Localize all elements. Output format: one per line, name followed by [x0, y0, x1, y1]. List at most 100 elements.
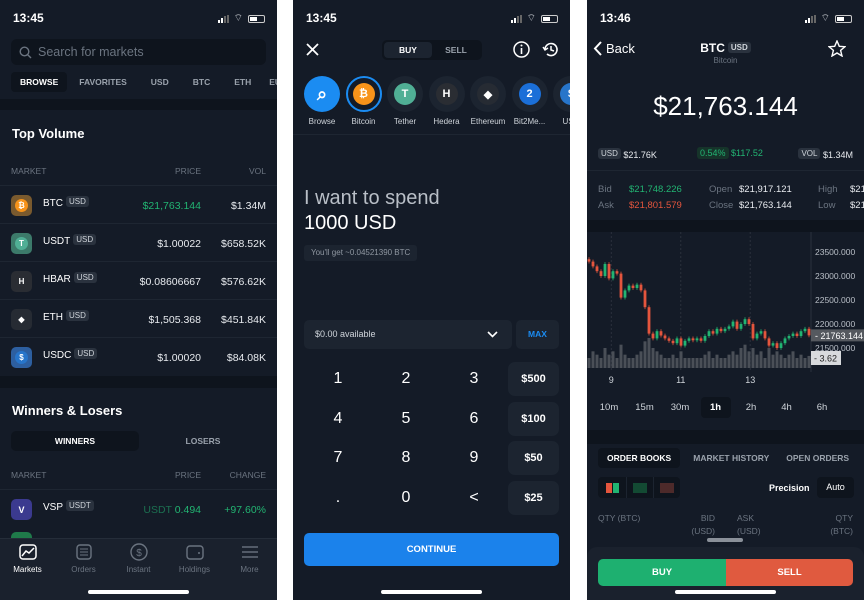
- max-button[interactable]: MAX: [516, 320, 559, 349]
- tab-open-orders[interactable]: OPEN ORDERS: [782, 448, 853, 468]
- quick-amount-button[interactable]: $100: [508, 401, 559, 436]
- key-7[interactable]: 7: [313, 449, 363, 467]
- candle: [751, 324, 755, 339]
- sell-button[interactable]: SELL: [726, 559, 853, 586]
- coin-label: Bit2Me...: [513, 117, 546, 126]
- segment-sell[interactable]: SELL: [432, 42, 480, 58]
- funding-dropdown[interactable]: $0.00 available: [304, 320, 512, 349]
- key-1[interactable]: 1: [313, 370, 363, 388]
- candle: [775, 343, 779, 348]
- segment-winners[interactable]: WINNERS: [11, 431, 139, 451]
- continue-button[interactable]: CONTINUE: [304, 533, 559, 566]
- nav-orders[interactable]: Orders: [56, 542, 111, 574]
- symbol: BTC: [700, 41, 725, 55]
- coin-ethereum[interactable]: ◆: [470, 76, 506, 112]
- coin-tether[interactable]: T: [387, 76, 423, 112]
- nav-holdings[interactable]: Holdings: [167, 542, 222, 574]
- nav-label: More: [240, 565, 259, 574]
- market-symbol: BTC USD: [43, 196, 89, 209]
- key-decimal[interactable]: .: [313, 489, 363, 507]
- quote-tag: USDT: [66, 500, 94, 511]
- tether-icon: T: [394, 83, 416, 105]
- key-9[interactable]: 9: [449, 449, 499, 467]
- status-icons: ⌔: [217, 12, 265, 25]
- tab-favorites[interactable]: FAVORITES: [67, 72, 139, 92]
- market-row[interactable]: $ USDC USD $1.00020 $84.08K: [0, 337, 277, 375]
- tab-usd[interactable]: USD: [139, 72, 181, 92]
- volume-bar: [807, 355, 811, 368]
- tab-browse[interactable]: BROWSE: [11, 72, 68, 92]
- drag-handle[interactable]: [707, 538, 743, 542]
- volume-bar: [803, 358, 807, 368]
- timeframe-30m[interactable]: 30m: [665, 402, 695, 413]
- timeframe-2h[interactable]: 2h: [736, 402, 766, 413]
- status-time: 13:45: [306, 11, 337, 25]
- bid-label: Bid: [598, 184, 612, 195]
- timeframe-15m[interactable]: 15m: [630, 402, 660, 413]
- candle: [671, 340, 675, 344]
- star-icon[interactable]: [828, 40, 846, 57]
- info-icon[interactable]: [513, 41, 530, 58]
- key-2[interactable]: 2: [381, 370, 431, 388]
- nav-markets[interactable]: Markets: [0, 542, 55, 574]
- volume-bar: [663, 358, 667, 368]
- candle: [599, 271, 603, 276]
- close-icon[interactable]: [306, 43, 319, 56]
- tab-eu[interactable]: EU: [263, 72, 277, 92]
- spend-label: I want to spend: [304, 187, 440, 209]
- winner-row[interactable]: V VSP USDT USDT 0.494 +97.60%: [0, 489, 277, 527]
- coin-hedera[interactable]: H: [428, 76, 465, 112]
- quick-amount-button[interactable]: $500: [508, 362, 559, 396]
- key-5[interactable]: 5: [381, 410, 431, 428]
- segment-losers[interactable]: LOSERS: [139, 431, 267, 451]
- view-both-button[interactable]: [598, 477, 626, 498]
- nav-instant[interactable]: $ Instant: [111, 542, 166, 574]
- key-8[interactable]: 8: [381, 449, 431, 467]
- segment-buy[interactable]: BUY: [384, 42, 432, 58]
- key-backspace[interactable]: <: [449, 489, 499, 507]
- tab-eth[interactable]: ETH: [222, 72, 263, 92]
- high-value: $21: [850, 184, 864, 195]
- market-row[interactable]: T USDT USD $1.00022 $658.52K: [0, 223, 277, 261]
- coin-usdc[interactable]: $: [553, 76, 570, 112]
- battery-icon: [835, 14, 852, 23]
- history-icon[interactable]: [542, 41, 559, 58]
- timeframe-10m[interactable]: 10m: [594, 402, 624, 413]
- key-3[interactable]: 3: [449, 370, 499, 388]
- key-0[interactable]: 0: [381, 489, 431, 507]
- candle: [683, 340, 687, 346]
- vol-value: $1.34M: [822, 150, 853, 160]
- candle: [731, 321, 735, 327]
- quick-amount-button[interactable]: $25: [508, 480, 559, 515]
- coin-bitcoin[interactable]: ₿: [345, 76, 382, 112]
- precision-select[interactable]: Auto: [817, 477, 854, 498]
- tab-btc[interactable]: BTC: [181, 72, 222, 92]
- candle: [627, 285, 631, 291]
- timeframe-1h[interactable]: 1h: [700, 397, 731, 418]
- market-row[interactable]: ◆ ETH USD $1,505.368 $451.84K: [0, 299, 277, 337]
- coin-bit2me[interactable]: 2: [511, 76, 548, 112]
- market-row[interactable]: ₿ BTC USD $21,763.144 $1.34M: [0, 185, 277, 223]
- usd-value: $21.76K: [623, 150, 657, 160]
- key-6[interactable]: 6: [449, 410, 499, 428]
- price-chart[interactable]: 9 11 13 23500.000 23000.000 22500.000 22000.00…: [587, 232, 864, 397]
- volume: $451.84K: [221, 314, 266, 326]
- tab-order-books[interactable]: ORDER BOOKS: [598, 448, 681, 468]
- candle: [659, 331, 663, 336]
- tab-market-history[interactable]: MARKET HISTORY: [680, 448, 782, 468]
- timeframe-6h[interactable]: 6h: [807, 402, 837, 413]
- candle: [635, 284, 639, 288]
- volume-bar: [607, 354, 611, 368]
- key-4[interactable]: 4: [313, 410, 363, 428]
- market-row[interactable]: H HBAR USD $0.08606667 $576.62K: [0, 261, 277, 299]
- buy-button[interactable]: BUY: [598, 559, 726, 586]
- timeframe-4h[interactable]: 4h: [772, 402, 802, 413]
- coin-search[interactable]: ⌕: [304, 76, 340, 112]
- view-bids-button[interactable]: [626, 477, 653, 498]
- quick-amount-button[interactable]: $50: [508, 441, 559, 475]
- nav-more[interactable]: More: [222, 542, 277, 574]
- close-value: $21,763.144: [739, 200, 792, 211]
- view-asks-button[interactable]: [653, 477, 680, 498]
- candle: [767, 338, 771, 346]
- search-input[interactable]: Search for markets: [11, 39, 266, 65]
